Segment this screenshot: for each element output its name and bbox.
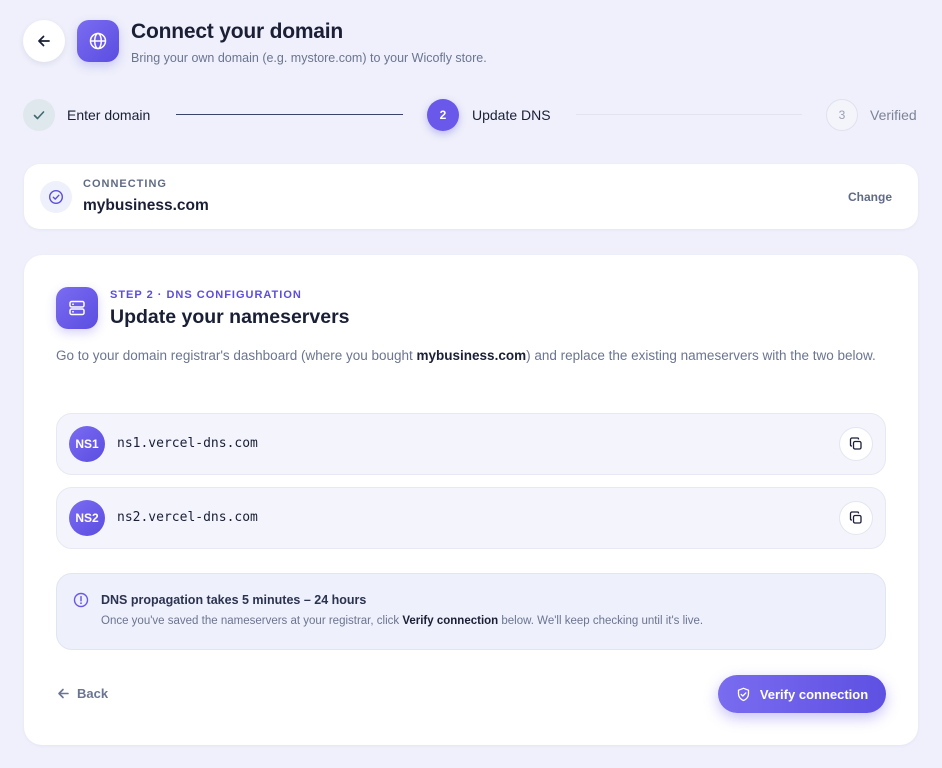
step-1-done-indicator (23, 99, 55, 131)
ns1-value: ns1.vercel-dns.com (117, 436, 258, 451)
copy-ns2-button[interactable] (839, 501, 873, 535)
section-eyebrow: STEP 2 · DNS CONFIGURATION (110, 289, 302, 301)
globe-tile (77, 20, 119, 62)
desc-domain: mybusiness.com (416, 348, 527, 363)
step-1-label: Enter domain (67, 107, 151, 123)
desc-text-after: ) and replace the existing nameservers w… (526, 348, 876, 363)
copy-icon (849, 437, 862, 450)
info-text: Once you've saved the nameservers at you… (101, 615, 703, 627)
verify-connection-button[interactable]: Verify connection (718, 675, 886, 713)
page-title: Connect your domain (131, 20, 344, 43)
desc-text-before: Go to your domain registrar's dashboard … (56, 348, 417, 363)
change-domain-link[interactable]: Change (848, 190, 892, 204)
propagation-info-box (56, 573, 886, 650)
step-3-number: 3 (826, 99, 858, 131)
shield-check-icon (737, 687, 749, 701)
step-3-label: Verified (870, 107, 917, 123)
step-2-number: 2 (427, 99, 459, 131)
info-title: DNS propagation takes 5 minutes – 24 hou… (101, 593, 367, 607)
step-2-label: Update DNS (472, 107, 551, 123)
server-icon (69, 300, 85, 316)
copy-ns1-button[interactable] (839, 427, 873, 461)
info-text-after: below. We'll keep checking until it's li… (498, 615, 704, 627)
stepper-connector-2 (576, 114, 802, 115)
back-link[interactable]: Back (57, 686, 108, 701)
arrow-left-icon (58, 688, 69, 699)
check-circle-icon (48, 189, 64, 205)
info-text-before: Once you've saved the nameservers at you… (101, 615, 403, 627)
arrow-left-icon (38, 35, 50, 47)
globe-icon (89, 32, 107, 50)
connecting-eyebrow: CONNECTING (83, 178, 167, 190)
check-icon (33, 111, 45, 120)
connecting-status-indicator (40, 181, 72, 213)
connecting-domain: mybusiness.com (83, 197, 209, 214)
verify-button-label: Verify connection (759, 686, 869, 702)
section-title: Update your nameservers (110, 306, 350, 328)
info-icon (73, 592, 89, 608)
ns2-value: ns2.vercel-dns.com (117, 510, 258, 525)
page-subtitle: Bring your own domain (e.g. mystore.com)… (131, 51, 487, 65)
back-button[interactable] (23, 20, 65, 62)
stepper-connector-1 (176, 114, 403, 115)
section-description: Go to your domain registrar's dashboard … (56, 344, 876, 367)
ns2-badge: NS2 (69, 500, 105, 536)
server-tile (56, 287, 98, 329)
copy-icon (849, 511, 862, 524)
info-text-bold: Verify connection (402, 615, 499, 627)
back-link-label: Back (77, 686, 109, 701)
ns1-badge: NS1 (69, 426, 105, 462)
